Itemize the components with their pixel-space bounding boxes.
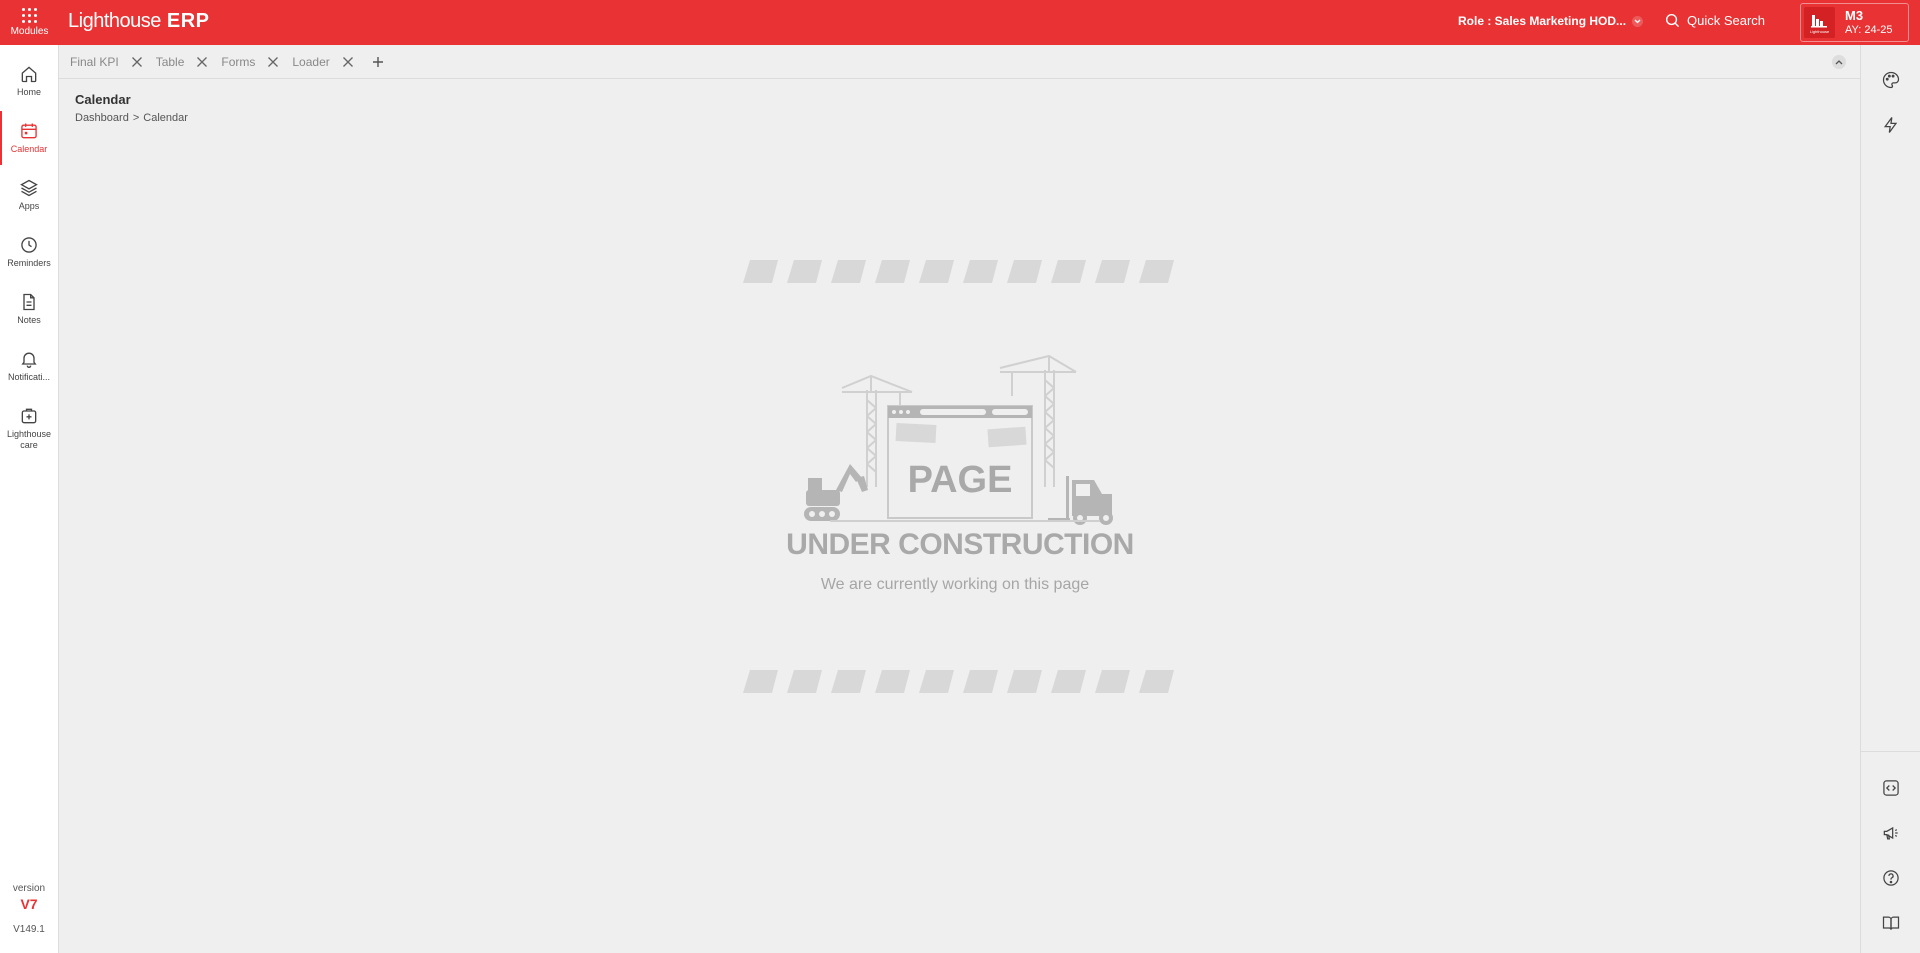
organization-switcher[interactable]: Lighthouse M3 AY: 24-25 — [1800, 3, 1909, 42]
close-icon[interactable] — [131, 56, 143, 68]
tab-bar: Final KPI Table Forms Loader — [59, 45, 1860, 79]
tab-label: Forms — [221, 54, 256, 69]
breadcrumb-dashboard[interactable]: Dashboard — [75, 112, 129, 124]
home-icon — [21, 66, 37, 83]
sidebar-item-notifications[interactable]: Notificati... — [0, 339, 58, 393]
modules-label: Modules — [10, 26, 49, 37]
hazard-stripes-top — [743, 260, 1174, 283]
sidebar-item-apps[interactable]: Apps — [0, 168, 58, 222]
chevron-up-icon — [1835, 60, 1843, 65]
tab-label: Final KPI — [70, 54, 119, 69]
close-icon[interactable] — [267, 56, 279, 68]
close-icon[interactable] — [342, 56, 354, 68]
sidebar-item-label: Reminders — [7, 258, 51, 268]
grid-icon — [22, 8, 37, 23]
sidebar-item-label: Home — [16, 87, 41, 97]
sidebar-item-notes[interactable]: Notes — [0, 282, 58, 336]
sidebar-item-calendar[interactable]: Calendar — [0, 111, 58, 165]
clock-icon — [21, 237, 37, 253]
left-sidebar: Home Calendar Apps Reminders Notes Notif… — [0, 45, 59, 953]
breadcrumb: Dashboard > Calendar — [75, 112, 188, 124]
organization-logo: Lighthouse — [1804, 7, 1835, 38]
under-construction-illustration: PAGE — [743, 260, 1174, 693]
sidebar-item-label: Notes — [17, 315, 41, 325]
layers-icon — [20, 179, 38, 197]
add-tab-icon[interactable] — [372, 56, 384, 68]
quick-search-button[interactable]: Quick Search — [1665, 13, 1765, 28]
lightning-icon[interactable] — [1881, 115, 1901, 135]
tab-table[interactable]: Table — [156, 55, 211, 69]
page-title: Calendar — [75, 92, 131, 107]
sidebar-item-lighthouse-care[interactable]: Lighthouse care — [0, 398, 58, 458]
tab-final-kpi[interactable]: Final KPI — [70, 55, 145, 69]
quick-search-label: Quick Search — [1687, 13, 1766, 28]
sidebar-item-label: Lighthouse care — [6, 428, 52, 450]
sidebar-item-home[interactable]: Home — [0, 54, 58, 108]
right-sidebar — [1860, 45, 1920, 953]
build-number: V149.1 — [13, 924, 45, 935]
version-label: version — [12, 883, 46, 894]
under-construction-title: UNDER CONSTRUCTION — [786, 528, 1134, 561]
chevron-down-icon — [1632, 15, 1644, 27]
breadcrumb-calendar: Calendar — [143, 112, 188, 124]
help-icon[interactable] — [1881, 868, 1901, 888]
hazard-stripes-bottom — [743, 670, 1174, 693]
divider — [1861, 751, 1920, 752]
organization-code: M3 — [1845, 7, 1864, 23]
note-icon — [23, 293, 35, 311]
logo-text: Lighthouse — [68, 10, 161, 32]
sidebar-item-reminders[interactable]: Reminders — [0, 225, 58, 279]
sidebar-item-label: Notificati... — [7, 372, 50, 382]
collapse-button[interactable] — [1832, 55, 1846, 69]
academic-year: AY: 24-25 — [1845, 23, 1893, 36]
tab-forms[interactable]: Forms — [221, 55, 281, 69]
bell-icon — [21, 352, 37, 368]
calendar-icon — [21, 123, 37, 139]
close-icon[interactable] — [196, 56, 208, 68]
app-logo[interactable]: Lighthouse ERP — [68, 10, 210, 36]
search-icon — [1665, 13, 1680, 28]
sidebar-item-label: Apps — [18, 201, 40, 211]
breadcrumb-separator: > — [132, 112, 140, 124]
role-label: Role : Sales Marketing HOD... — [1458, 14, 1627, 28]
code-icon[interactable] — [1881, 778, 1901, 798]
excavator-icon — [804, 464, 868, 521]
medical-bag-icon — [21, 408, 37, 423]
palette-icon[interactable] — [1881, 70, 1901, 90]
tab-label: Table — [155, 54, 185, 69]
sidebar-item-label: Calendar — [10, 144, 48, 154]
book-icon[interactable] — [1881, 913, 1901, 933]
role-selector[interactable]: Role : Sales Marketing HOD... — [1458, 14, 1644, 28]
under-construction-subtitle: We are currently working on this page — [820, 576, 1090, 593]
organization-logo-text: Lighthouse — [1809, 29, 1830, 34]
megaphone-icon[interactable] — [1881, 823, 1901, 843]
modules-button[interactable]: Modules — [0, 0, 59, 45]
sign-text: PAGE — [908, 459, 1013, 501]
tab-label: Loader — [292, 54, 330, 69]
logo-erp-text: ERP — [166, 10, 210, 32]
browser-window-graphic: PAGE — [887, 405, 1033, 519]
forklift-icon — [1048, 476, 1113, 525]
tab-loader[interactable]: Loader — [292, 55, 355, 69]
top-bar: Modules Lighthouse ERP Role : Sales Mark… — [0, 0, 1920, 45]
version-number: V7 — [20, 896, 38, 912]
